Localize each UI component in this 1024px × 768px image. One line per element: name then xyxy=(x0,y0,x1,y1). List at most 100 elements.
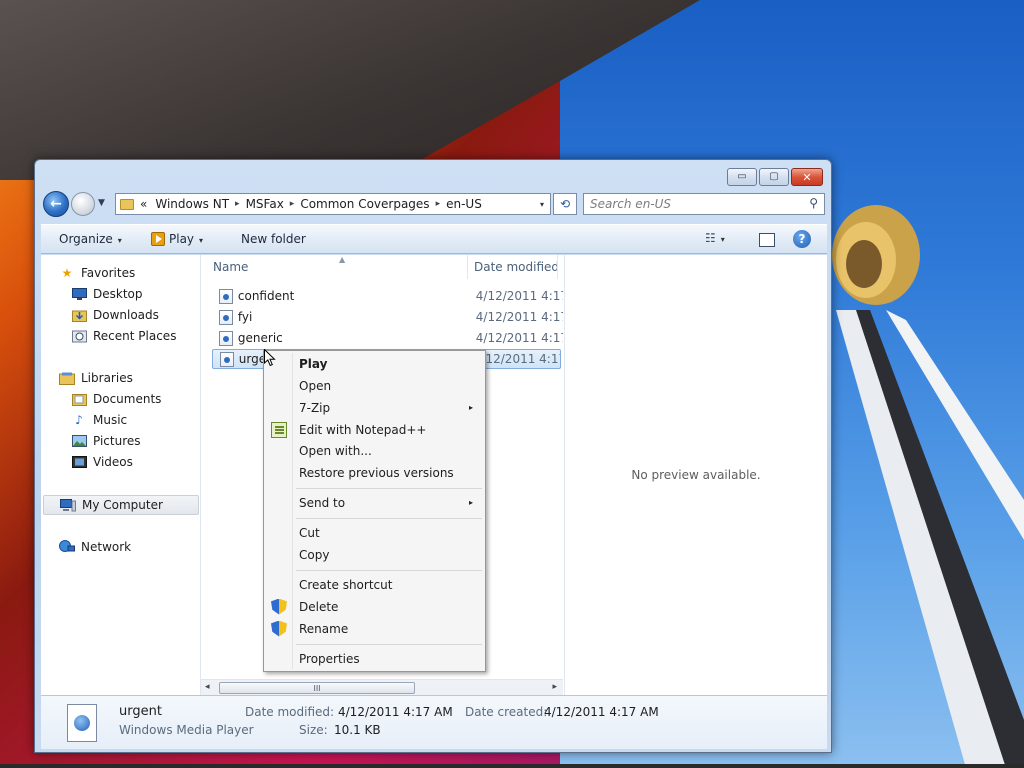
menu-item-edit-with-notepad[interactable]: Edit with Notepad++ xyxy=(266,419,483,440)
videos-icon xyxy=(71,455,87,469)
scroll-right-icon[interactable]: ▸ xyxy=(552,682,557,692)
breadcrumb-separator-icon[interactable]: ▸ xyxy=(290,199,295,209)
menu-label: 7-Zip xyxy=(299,400,331,415)
details-date-created: 4/12/2011 4:17 AM xyxy=(544,705,659,719)
menu-item-restore-previous-versions[interactable]: Restore previous versions xyxy=(266,462,483,483)
nav-desktop-label: Desktop xyxy=(93,287,143,301)
play-button[interactable]: Play ▾ xyxy=(151,232,203,246)
nav-pictures-label: Pictures xyxy=(93,434,141,448)
media-file-icon xyxy=(219,309,233,325)
menu-label: Create shortcut xyxy=(299,577,393,592)
file-row-fyi[interactable]: fyi 4/12/2011 4:17 A xyxy=(215,307,563,327)
scrollbar-thumb[interactable]: III xyxy=(219,682,415,694)
minimize-button[interactable]: ▭ xyxy=(727,168,757,186)
star-icon: ★ xyxy=(61,266,73,280)
menu-label: Send to xyxy=(299,495,346,510)
search-icon[interactable]: ⚲ xyxy=(809,196,818,210)
notepad-plus-plus-icon xyxy=(271,421,287,438)
media-file-large-icon xyxy=(67,704,97,742)
submenu-arrow-icon: ▸ xyxy=(468,498,473,507)
menu-item-open[interactable]: Open xyxy=(266,375,483,396)
play-icon xyxy=(151,232,165,246)
column-divider[interactable] xyxy=(557,255,558,279)
menu-item-properties[interactable]: Properties xyxy=(266,648,483,669)
menu-separator xyxy=(296,518,482,519)
pictures-icon xyxy=(71,434,87,448)
menu-separator xyxy=(296,570,482,571)
column-header-date-modified[interactable]: Date modified xyxy=(474,255,559,279)
recent-pages-dropdown[interactable]: ▼ xyxy=(98,198,105,208)
caption-buttons: ▭ ▢ ✕ xyxy=(727,168,823,186)
column-header-name[interactable]: Name xyxy=(213,255,248,279)
menu-separator xyxy=(296,488,482,489)
details-size: 10.1 KB xyxy=(334,723,381,737)
menu-item-rename[interactable]: Rename xyxy=(266,618,483,639)
menu-item-play[interactable]: Play xyxy=(266,353,483,374)
chevron-down-icon: ▾ xyxy=(117,236,122,245)
menu-label: Open with... xyxy=(299,443,372,458)
help-button[interactable]: ? xyxy=(793,230,811,248)
nav-favorites[interactable]: ★ Favorites xyxy=(59,263,217,283)
details-file-name: urgent xyxy=(119,704,162,719)
desktop-icon xyxy=(71,287,87,301)
address-dropdown-icon[interactable]: ▾ xyxy=(534,194,550,214)
address-bar[interactable]: « Windows NT ▸ MSFax ▸ Common Coverpages… xyxy=(115,193,551,215)
nav-my-computer-label: My Computer xyxy=(82,498,163,512)
maximize-button[interactable]: ▢ xyxy=(759,168,789,186)
organize-button[interactable]: Organize ▾ xyxy=(59,232,122,246)
menu-item-open-with[interactable]: Open with... xyxy=(266,440,483,461)
column-divider[interactable] xyxy=(467,255,468,279)
nav-libraries[interactable]: Libraries xyxy=(59,368,217,388)
address-overflow[interactable]: « xyxy=(140,197,147,211)
search-box[interactable]: ⚲ xyxy=(583,193,825,215)
file-date-modified: 4/12/2011 4:17 A xyxy=(473,352,560,366)
menu-item-copy[interactable]: Copy xyxy=(266,544,483,565)
menu-item-send-to[interactable]: Send to ▸ xyxy=(266,492,483,513)
forward-button[interactable] xyxy=(71,192,95,216)
horizontal-scrollbar[interactable]: ◂ III ▸ xyxy=(201,679,563,695)
breadcrumb-common-coverpages[interactable]: Common Coverpages xyxy=(300,197,429,211)
menu-label: Rename xyxy=(299,621,349,636)
preview-pane: No preview available. xyxy=(564,255,827,695)
breadcrumb-windows-nt[interactable]: Windows NT xyxy=(155,197,229,211)
nav-my-computer[interactable]: My Computer xyxy=(43,495,199,515)
menu-label: Delete xyxy=(299,599,339,614)
file-date-modified: 4/12/2011 4:17 A xyxy=(475,310,563,324)
menu-item-create-shortcut[interactable]: Create shortcut xyxy=(266,574,483,595)
music-icon: ♪ xyxy=(75,413,83,427)
menu-label: Copy xyxy=(299,547,330,562)
menu-item-7zip[interactable]: 7-Zip ▸ xyxy=(266,397,483,418)
menu-item-cut[interactable]: Cut xyxy=(266,522,483,543)
new-folder-button[interactable]: New folder xyxy=(241,232,306,246)
file-date-modified: 4/12/2011 4:17 A xyxy=(475,289,563,303)
scroll-left-icon[interactable]: ◂ xyxy=(205,682,210,692)
refresh-icon: ⟲ xyxy=(559,197,571,211)
file-row-generic[interactable]: generic 4/12/2011 4:17 A xyxy=(215,328,563,348)
breadcrumb-msfax[interactable]: MSFax xyxy=(246,197,284,211)
close-button[interactable]: ✕ xyxy=(791,168,823,186)
maximize-icon: ▢ xyxy=(769,171,779,182)
nav-videos-label: Videos xyxy=(93,455,133,469)
breadcrumb-separator-icon[interactable]: ▸ xyxy=(436,199,441,209)
preview-pane-toggle-icon[interactable] xyxy=(759,233,775,247)
search-input[interactable] xyxy=(590,195,802,213)
file-name: confident xyxy=(237,289,295,303)
navigation-bar: ← ▼ « Windows NT ▸ MSFax ▸ Common Coverp… xyxy=(43,190,825,218)
help-icon: ? xyxy=(798,232,806,246)
change-view-button[interactable]: ☷ ▾ xyxy=(705,231,725,245)
details-file-type: Windows Media Player xyxy=(119,723,254,737)
context-menu: Play Open 7-Zip ▸ Edit with Notepad++ Ope… xyxy=(263,350,486,672)
back-button[interactable]: ← xyxy=(43,191,69,217)
close-icon: ✕ xyxy=(802,170,812,184)
breadcrumb-separator-icon[interactable]: ▸ xyxy=(235,199,240,209)
file-row-confident[interactable]: confident 4/12/2011 4:17 A xyxy=(215,286,563,306)
breadcrumb-en-us[interactable]: en-US xyxy=(446,197,482,211)
nav-downloads-label: Downloads xyxy=(93,308,159,322)
refresh-button[interactable]: ⟲ xyxy=(553,193,577,215)
navigation-pane: ★ Favorites Desktop Downloads Recent Pla… xyxy=(41,255,201,695)
media-file-icon xyxy=(219,330,233,346)
details-date-created-label: Date created: xyxy=(465,705,548,719)
mouse-cursor-icon xyxy=(264,349,276,367)
menu-item-delete[interactable]: Delete xyxy=(266,596,483,617)
nav-network[interactable]: Network xyxy=(59,537,217,557)
